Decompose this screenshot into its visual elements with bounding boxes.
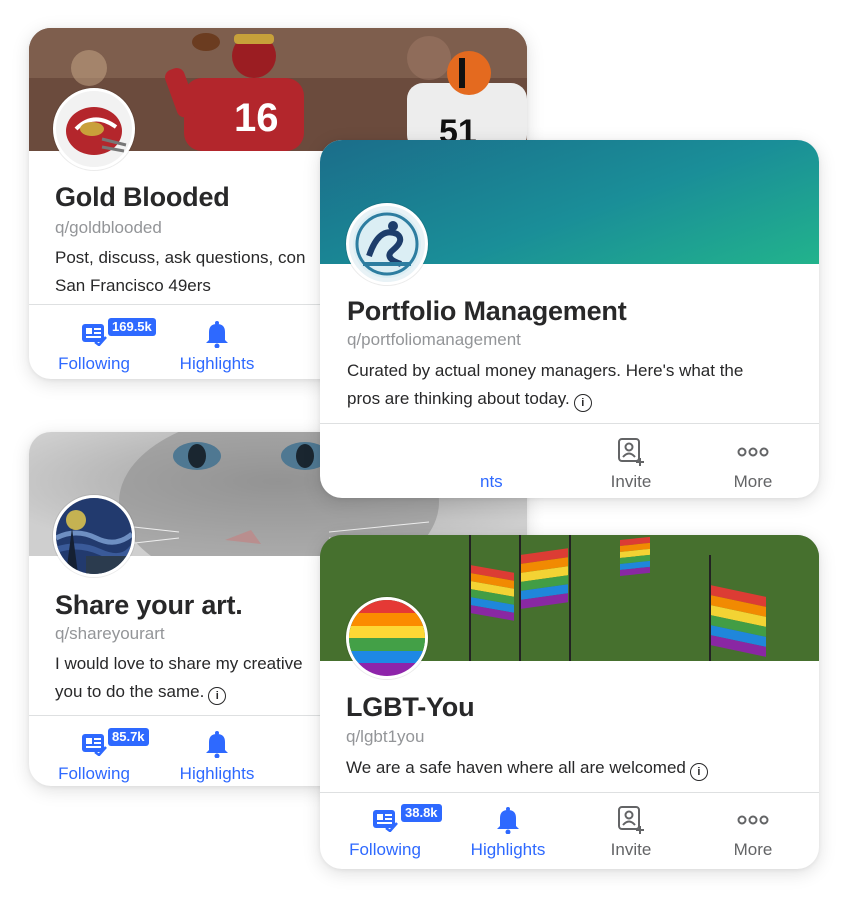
space-avatar	[53, 88, 135, 170]
following-icon	[82, 734, 107, 756]
highlights-label-partial: nts	[480, 472, 503, 491]
space-card-portfolio-management[interactable]: Portfolio Management q/portfoliomanageme…	[320, 140, 819, 498]
rainbow-flag-icon	[349, 600, 425, 676]
bell-icon	[497, 807, 519, 834]
following-button[interactable]: 85.7k Following	[39, 728, 149, 784]
divider	[320, 792, 819, 793]
following-button[interactable]: 169.5k Following	[39, 318, 156, 374]
portfolio-icon	[353, 210, 421, 278]
following-icon-wrap: 169.5k	[39, 318, 156, 350]
info-icon[interactable]: i	[208, 687, 227, 705]
highlights-button[interactable]: Highlights	[162, 728, 272, 784]
more-icon	[737, 447, 769, 457]
bell-icon-wrap	[162, 318, 272, 350]
space-description: Curated by actual money managers. Here's…	[347, 357, 807, 413]
space-title[interactable]: Share your art.	[55, 590, 243, 621]
description-text: pros are thinking about today.	[347, 389, 570, 408]
description-line: pros are thinking about today. i	[347, 385, 807, 413]
space-handle: q/lgbt1you	[346, 727, 425, 746]
more-button[interactable]: More	[698, 804, 808, 860]
follower-count-badge: 85.7k	[108, 728, 149, 746]
starry-night-icon	[56, 498, 132, 574]
following-label: Following	[58, 354, 130, 373]
following-icon-wrap: 38.8k	[330, 804, 442, 836]
invite-icon-wrap	[576, 436, 686, 468]
space-avatar	[346, 597, 428, 679]
space-card-lgbt-you[interactable]: LGBT-You q/lgbt1you We are a safe haven …	[320, 535, 819, 869]
bell-icon	[206, 321, 228, 348]
following-icon	[373, 810, 398, 832]
invite-icon	[618, 438, 644, 466]
following-button[interactable]: 38.8k Following	[330, 804, 442, 860]
highlights-button[interactable]: Highlights	[162, 318, 272, 374]
following-icon	[82, 324, 107, 346]
follower-count-badge: 38.8k	[401, 804, 442, 822]
description-line: Curated by actual money managers. Here's…	[347, 361, 744, 380]
description-text: We are a safe haven where all are welcom…	[346, 758, 686, 777]
more-icon	[737, 815, 769, 825]
more-label: More	[733, 840, 773, 859]
space-description: We are a safe haven where all are welcom…	[346, 754, 806, 782]
space-handle: q/portfoliomanagement	[347, 330, 521, 349]
highlights-label: Highlights	[179, 354, 255, 373]
space-title[interactable]: LGBT-You	[346, 692, 475, 723]
invite-icon-wrap	[576, 804, 686, 836]
space-handle: q/shareyourart	[55, 624, 165, 643]
invite-label: Invite	[610, 840, 652, 859]
info-icon[interactable]: i	[573, 394, 592, 412]
highlights-label: Highlights	[470, 840, 546, 859]
following-label: Following	[349, 840, 421, 859]
following-icon-wrap: 85.7k	[39, 728, 149, 760]
space-avatar	[53, 495, 135, 577]
invite-icon	[618, 806, 644, 834]
bell-icon-wrap	[453, 804, 563, 836]
more-button[interactable]: More	[698, 436, 808, 492]
info-icon[interactable]: i	[689, 763, 708, 781]
highlights-label: Highlights	[179, 764, 255, 783]
invite-button[interactable]: Invite	[576, 804, 686, 860]
follower-count-badge: 169.5k	[108, 318, 156, 336]
helmet-icon	[66, 107, 127, 155]
highlights-button[interactable]: nts	[480, 436, 550, 492]
more-icon-wrap	[698, 436, 808, 468]
space-avatar	[346, 203, 428, 285]
highlights-button[interactable]: Highlights	[453, 804, 563, 860]
invite-label: Invite	[610, 472, 652, 491]
space-title[interactable]: Portfolio Management	[347, 296, 627, 327]
svg-text:16: 16	[234, 96, 279, 140]
more-label: More	[733, 472, 773, 491]
more-icon-wrap	[698, 804, 808, 836]
description-text: you to do the same.	[55, 682, 205, 701]
bell-icon	[206, 731, 228, 758]
bell-icon-wrap	[162, 728, 272, 760]
invite-button[interactable]: Invite	[576, 436, 686, 492]
divider	[320, 423, 819, 424]
following-label: Following	[58, 764, 130, 783]
description-line: We are a safe haven where all are welcom…	[346, 754, 806, 782]
space-handle: q/goldblooded	[55, 218, 162, 237]
space-title[interactable]: Gold Blooded	[55, 182, 230, 213]
